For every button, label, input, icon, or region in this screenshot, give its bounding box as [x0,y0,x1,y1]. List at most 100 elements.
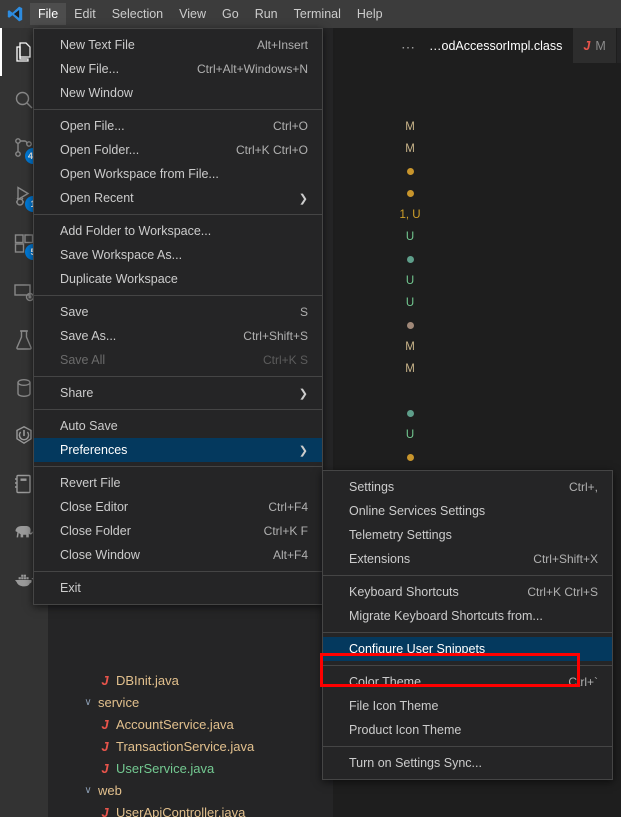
menubar-item-terminal[interactable]: Terminal [286,3,349,25]
menu-separator [323,575,612,576]
git-status-marker: U [390,424,430,446]
menu-item[interactable]: Color Theme Ctrl+` [323,670,612,694]
chevron-right-icon: ❯ [298,444,308,457]
editor-tab[interactable]: …odAccessorImpl.class [333,28,574,63]
menu-item[interactable]: Open Recent ❯ [34,186,322,210]
git-status-letter: M [405,121,415,133]
tree-file-row[interactable]: J TransactionService.java [48,735,333,757]
menu-item-label: Close Window [60,548,140,562]
menu-item-shortcut: Ctrl+K S [262,353,308,367]
menu-item[interactable]: Migrate Keyboard Shortcuts from... [323,604,612,628]
file-menu[interactable]: New Text File Alt+Insert New File... Ctrl+A… [33,28,323,605]
java-file-icon: J [101,804,109,817]
menu-item[interactable]: Auto Save [34,414,322,438]
menu-item-label: Save As... [60,329,117,343]
menu-item[interactable]: Open Workspace from File... [34,162,322,186]
menu-separator [34,295,322,296]
menu-item-label: Extensions [349,552,411,566]
git-status-marker [390,182,430,204]
menu-item[interactable]: Open File... Ctrl+O [34,114,322,138]
menu-item-shortcut: Ctrl+` [568,675,598,689]
menu-item-label: New Text File [60,38,135,52]
tree-folder-row[interactable]: ∨ service [48,691,333,713]
menu-item-label: Migrate Keyboard Shortcuts from... [349,609,543,623]
menubar-item-file[interactable]: File [30,3,67,25]
menu-item-label: Keyboard Shortcuts [349,585,459,599]
menu-item-shortcut: Ctrl+Alt+Windows+N [196,62,308,76]
breadcrumb [333,63,621,85]
menu-item[interactable]: Preferences ❯ [34,438,322,462]
chevron-down-icon[interactable]: ∨ [80,697,96,708]
menubar-item-view[interactable]: View [171,3,214,25]
menu-item-label: Duplicate Workspace [60,272,178,286]
menu-item[interactable]: Revert File [34,471,322,495]
menu-item[interactable]: Online Services Settings [323,499,612,523]
editor-tab-bar[interactable]: …odAccessorImpl.class J M [333,28,621,63]
chevron-down-icon[interactable]: ∨ [80,785,96,796]
tree-item-label: web [98,782,122,798]
menu-separator [323,665,612,666]
git-status-dot-icon [406,453,414,461]
editor-more-actions-button[interactable]: ⋯ [396,36,420,58]
menu-item[interactable]: New Text File Alt+Insert [34,33,322,57]
menu-item[interactable]: Configure User Snippets [323,637,612,661]
menu-item[interactable]: Close Editor Ctrl+F4 [34,495,322,519]
menu-item[interactable]: Save All Ctrl+K S [34,348,322,372]
menu-item[interactable]: Extensions Ctrl+Shift+X [323,547,612,571]
tree-file-row[interactable]: J UserApiController.java [48,801,333,817]
menu-item[interactable]: Open Folder... Ctrl+K Ctrl+O [34,138,322,162]
menu-item[interactable]: Exit [34,576,322,600]
tree-item-label: AccountService.java [116,716,234,732]
tree-item-label: service [98,694,140,710]
editor-tab[interactable]: JM [573,28,617,63]
menu-item-label: Open Recent [60,191,134,205]
tree-item-label: UserService.java [116,760,215,776]
file-tree[interactable]: J DBInit.java ∨ service J AccountService.java… [48,669,333,817]
git-status-marker [390,248,430,270]
tree-file-row[interactable]: J UserService.java [48,757,333,779]
menu-item-label: Save [60,305,89,319]
menu-item[interactable]: Close Window Alt+F4 [34,543,322,567]
menu-item[interactable]: Duplicate Workspace [34,267,322,291]
git-status-marker: U [390,226,430,248]
menu-item[interactable]: Turn on Settings Sync... [323,751,612,775]
git-status-marker [390,380,430,402]
menu-item[interactable]: Add Folder to Workspace... [34,219,322,243]
menu-separator [323,632,612,633]
menu-item-label: Open File... [60,119,125,133]
menu-item[interactable]: Save S [34,300,322,324]
preferences-submenu[interactable]: Settings Ctrl+, Online Services Settings Te… [322,470,613,780]
menu-item[interactable]: File Icon Theme [323,694,612,718]
menu-item[interactable]: Close Folder Ctrl+K F [34,519,322,543]
git-status-letter: U [405,231,415,243]
menu-item[interactable]: New Window [34,81,322,105]
tree-file-row[interactable]: J AccountService.java [48,713,333,735]
menu-item[interactable]: Keyboard Shortcuts Ctrl+K Ctrl+S [323,580,612,604]
menu-item-label: Open Folder... [60,143,140,157]
menu-item[interactable]: Save As... Ctrl+Shift+S [34,324,322,348]
menu-item-label: Share [60,386,94,400]
menu-item[interactable]: Save Workspace As... [34,243,322,267]
menu-bar[interactable]: File Edit Selection View Go Run Terminal Help [30,0,391,28]
menubar-item-selection[interactable]: Selection [104,3,171,25]
menu-item[interactable]: Telemetry Settings [323,523,612,547]
git-status-dot-icon [406,167,414,175]
menubar-item-go[interactable]: Go [214,3,247,25]
menubar-item-edit[interactable]: Edit [66,3,104,25]
menu-item-label: Auto Save [60,419,118,433]
menu-item-label: Configure User Snippets [349,642,486,656]
tree-file-row[interactable]: J DBInit.java [48,669,333,691]
menu-item[interactable]: New File... Ctrl+Alt+Windows+N [34,57,322,81]
menu-item-shortcut: Ctrl+O [272,119,308,133]
git-status-marker: M [390,138,430,160]
menubar-item-run[interactable]: Run [247,3,286,25]
tree-folder-row[interactable]: ∨ web [48,779,333,801]
menu-item[interactable]: Settings Ctrl+, [323,475,612,499]
menu-item-label: Open Workspace from File... [60,167,219,181]
menubar-item-help[interactable]: Help [349,3,391,25]
menu-item-label: Close Folder [60,524,131,538]
menu-item[interactable]: Product Icon Theme [323,718,612,742]
menu-item-label: New File... [60,62,120,76]
menu-item[interactable]: Share ❯ [34,381,322,405]
editor-tab-label: …odAccessorImpl.class [429,38,563,53]
